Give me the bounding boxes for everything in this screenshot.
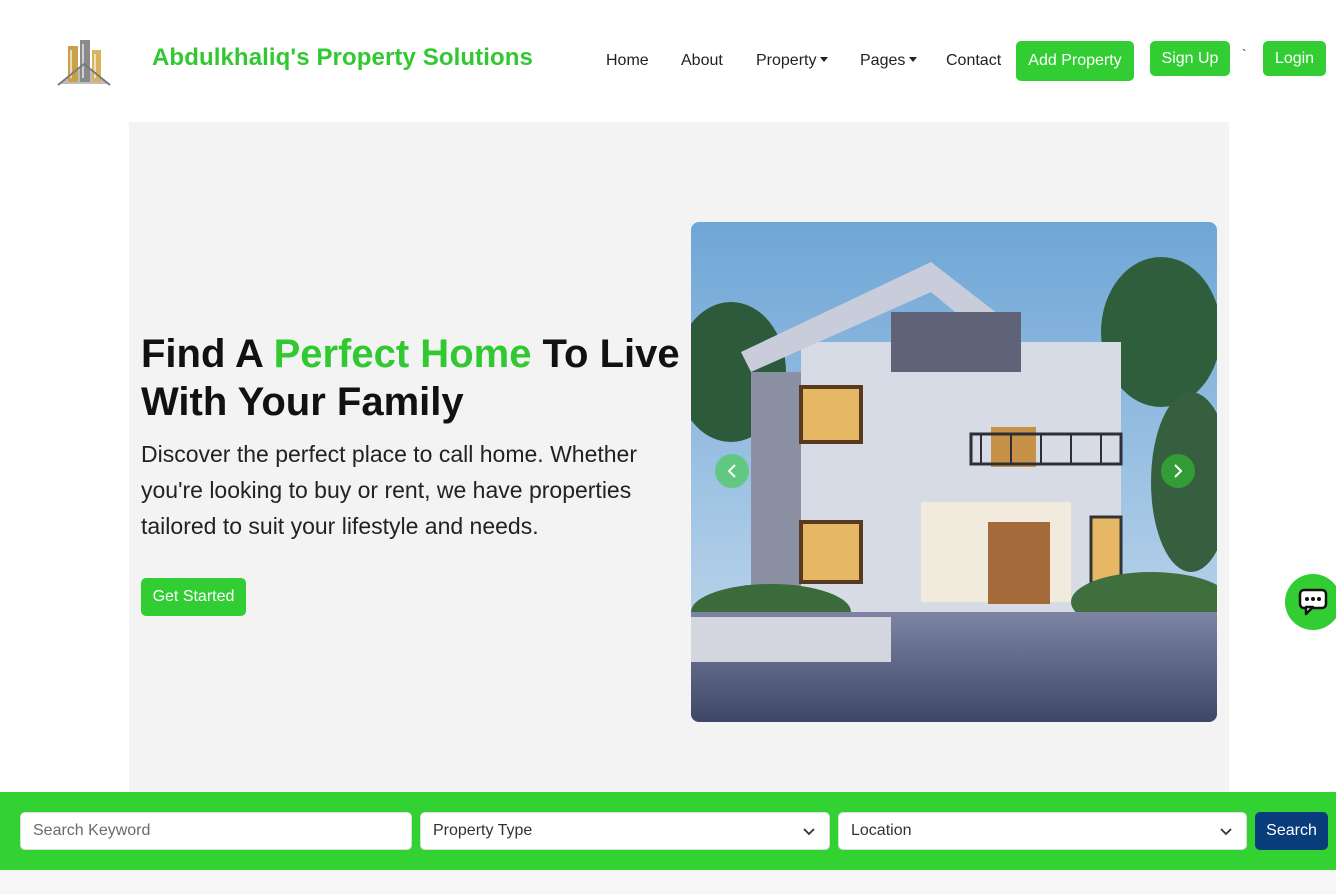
nav-property-label: Property (756, 52, 817, 69)
search-keyword-input[interactable] (33, 822, 411, 840)
nav-about[interactable]: About (681, 52, 723, 70)
hero-description: Discover the perfect place to call home.… (141, 441, 638, 539)
carousel-prev-button[interactable] (715, 454, 749, 488)
chevron-right-icon (1174, 464, 1183, 478)
sign-up-button[interactable]: Sign Up (1150, 41, 1230, 76)
location-value: Location (851, 822, 912, 839)
location-select[interactable]: Location (838, 812, 1247, 850)
nav-separator: ` (1242, 46, 1247, 62)
nav-home[interactable]: Home (606, 52, 649, 70)
hero-title: Find A Perfect Home To Live With Your Fa… (141, 330, 681, 426)
site-header: Abdulkhaliq's Property Solutions Home Ab… (0, 0, 1336, 122)
carousel-next-button[interactable] (1161, 454, 1195, 488)
login-button[interactable]: Login (1263, 41, 1326, 76)
caret-down-icon (820, 57, 829, 62)
hero-section: Find A Perfect Home To Live With Your Fa… (129, 122, 1229, 792)
chevron-down-icon (803, 828, 815, 836)
chat-button[interactable] (1285, 574, 1336, 630)
search-bar: Property Type Location Search (0, 792, 1336, 870)
nav-pages-label: Pages (860, 52, 906, 69)
hero-title-accent: Perfect Home (273, 332, 532, 376)
property-type-select[interactable]: Property Type (420, 812, 830, 850)
building-logo-icon[interactable] (56, 36, 112, 86)
caret-down-icon (909, 57, 918, 62)
page-bottom-strip (0, 870, 1336, 894)
chevron-down-icon (1220, 828, 1232, 836)
chevron-left-icon (727, 464, 736, 478)
get-started-button[interactable]: Get Started (141, 578, 246, 616)
add-property-button[interactable]: Add Property (1016, 41, 1134, 81)
house-image (691, 222, 1217, 722)
search-button[interactable]: Search (1255, 812, 1328, 850)
property-type-value: Property Type (433, 822, 533, 839)
hero-title-part1: Find A (141, 332, 274, 376)
nav-property-dropdown[interactable]: Property (756, 52, 829, 70)
nav-contact[interactable]: Contact (946, 52, 1001, 70)
hero-carousel[interactable] (691, 222, 1217, 722)
brand-name[interactable]: Abdulkhaliq's Property Solutions (152, 44, 533, 72)
search-keyword-field[interactable] (20, 812, 412, 850)
chat-icon (1298, 588, 1328, 616)
nav-pages-dropdown[interactable]: Pages (860, 52, 918, 70)
